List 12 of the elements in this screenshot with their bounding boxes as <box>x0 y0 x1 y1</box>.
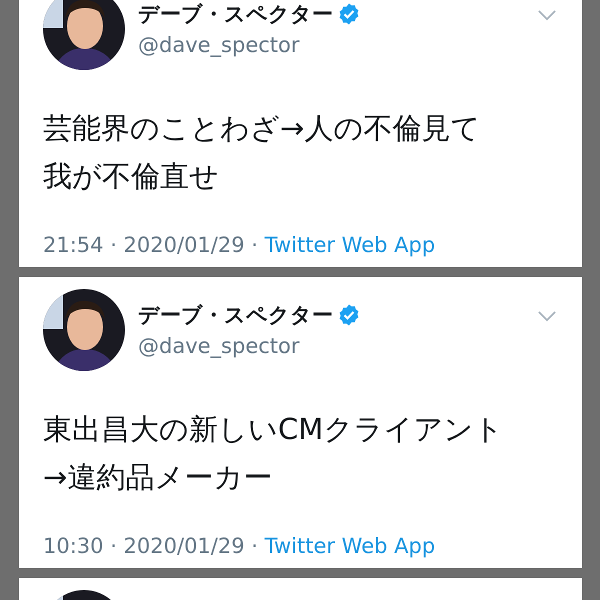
source-link[interactable]: Twitter Web App <box>264 534 436 558</box>
tweet-text: 東出昌大の新しいCMクライアント <box>43 411 504 448</box>
timestamp: 10:30 · 2020/01/29 · <box>43 534 259 558</box>
timestamp: 21:54 · 2020/01/29 · <box>43 233 259 257</box>
tweet-text: 我が不倫直せ <box>43 158 219 195</box>
tweet-text: 芸能界のことわざ→人の不倫見て <box>43 110 480 147</box>
source-link[interactable]: Twitter Web App <box>264 233 436 257</box>
user-handle[interactable]: @dave_spector <box>138 331 361 361</box>
display-name[interactable]: デーブ・スペクター <box>138 0 333 28</box>
tweet-text: →違約品メーカー <box>43 459 272 496</box>
display-name[interactable]: デーブ・スペクター <box>138 301 333 329</box>
user-handle[interactable]: @dave_spector <box>138 30 361 60</box>
